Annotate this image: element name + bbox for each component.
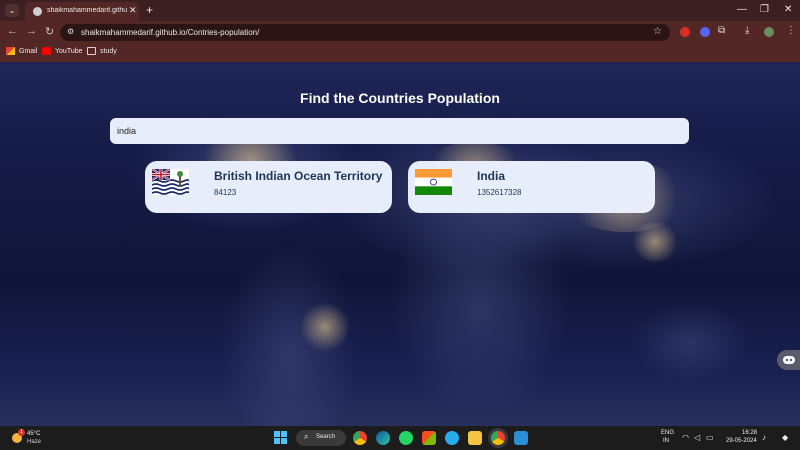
chrome-active-app-icon[interactable] (491, 431, 505, 445)
discord-icon (783, 356, 795, 364)
country-population: 1352617328 (477, 188, 522, 197)
country-card[interactable]: British Indian Ocean Territory 84123 (145, 161, 392, 213)
github-favicon-icon (33, 7, 42, 16)
bookmarks-bar: Gmail YouTube study (0, 44, 800, 62)
clock-time[interactable]: 16:28 (742, 430, 757, 436)
forward-button[interactable]: → (26, 25, 37, 37)
youtube-icon (42, 47, 51, 55)
taskbar-search-label: Search (316, 434, 336, 440)
country-card[interactable]: India 1352617328 (408, 161, 655, 213)
search-icon: ⌕ (304, 432, 309, 441)
store-app-icon[interactable] (422, 431, 436, 445)
floating-discord-button[interactable] (777, 350, 800, 370)
india-flag-icon (415, 169, 452, 195)
country-name: India (477, 169, 506, 183)
bookmark-label: YouTube (55, 47, 83, 55)
country-population: 84123 (214, 188, 237, 197)
telegram-app-icon[interactable] (445, 431, 459, 445)
language-indicator[interactable]: ENG (661, 430, 674, 436)
reload-button[interactable]: ↻ (45, 25, 54, 38)
close-window-button[interactable]: ✕ (784, 4, 792, 15)
language-region: IN (663, 438, 669, 444)
back-button[interactable]: ← (7, 25, 18, 37)
bookmark-label: study (100, 47, 117, 55)
browser-tab[interactable]: shaikmahammedarif.github.io/ ✕ (25, 2, 139, 21)
city-lights (300, 302, 350, 352)
start-icon-part (281, 438, 287, 444)
profile-avatar[interactable] (764, 27, 774, 37)
chrome-menu-icon[interactable]: ⋮ (786, 25, 796, 36)
url-text: shaikmahammedarif.github.io/Contries-pop… (81, 28, 260, 37)
extension-discord-icon[interactable] (700, 27, 710, 37)
bookmark-study[interactable]: study (87, 47, 117, 55)
weather-widget[interactable]: 1 45°C Haze (10, 429, 70, 447)
country-name: British Indian Ocean Territory (214, 169, 383, 183)
restore-button[interactable]: ❐ (760, 4, 769, 15)
address-bar[interactable]: ⚙ shaikmahammedarif.github.io/Contries-p… (60, 24, 670, 41)
clock-date: 29-05-2024 (726, 438, 757, 444)
copilot-icon[interactable]: ◆ (782, 433, 788, 442)
british-indian-ocean-territory-flag-icon (152, 169, 189, 195)
edge-app-icon[interactable] (376, 431, 390, 445)
bookmark-label: Gmail (19, 47, 38, 55)
folder-icon (87, 47, 96, 55)
extensions-puzzle-icon[interactable]: ⧉ (718, 25, 725, 36)
city-lights (630, 222, 680, 262)
page-background: Find the Countries Population British In… (0, 62, 800, 426)
extension-red-icon[interactable] (680, 27, 690, 37)
chrome-app-icon[interactable] (353, 431, 367, 445)
country-search-input[interactable] (110, 118, 689, 144)
taskbar-search[interactable]: ⌕ Search (296, 430, 346, 446)
weather-condition: Haze (27, 439, 42, 445)
tab-close-icon[interactable]: ✕ (129, 5, 137, 16)
bookmark-gmail[interactable]: Gmail (6, 47, 37, 55)
tab-strip: ⌄ shaikmahammedarif.github.io/ ✕ + — ❐ ✕ (0, 0, 800, 21)
bookmark-star-icon[interactable]: ☆ (653, 26, 662, 37)
gmail-icon (6, 47, 15, 55)
page-title: Find the Countries Population (300, 90, 500, 106)
vscode-app-icon[interactable] (514, 431, 528, 445)
site-info-icon[interactable]: ⚙ (67, 27, 74, 36)
browser-toolbar: ← → ↻ ⚙ shaikmahammedarif.github.io/Cont… (0, 21, 800, 44)
minimize-button[interactable]: — (737, 4, 747, 15)
start-icon-part (274, 431, 280, 437)
weather-temperature: 45°C (27, 431, 41, 437)
whatsapp-app-icon[interactable] (399, 431, 413, 445)
battery-icon[interactable]: ▭ (706, 433, 714, 442)
bookmark-youtube[interactable]: YouTube (42, 47, 83, 55)
volume-icon[interactable]: ◁ (694, 433, 700, 442)
notification-bell-icon[interactable]: ♪ (762, 433, 766, 442)
weather-badge: 1 (18, 429, 25, 436)
windows-start-button[interactable] (274, 431, 287, 444)
start-icon-part (281, 431, 287, 437)
new-tab-button[interactable]: + (146, 3, 153, 17)
start-icon-part (274, 438, 280, 444)
tab-title: shaikmahammedarif.github.io/ (47, 7, 127, 14)
wifi-icon[interactable]: ◠ (682, 433, 689, 442)
tab-search-button[interactable]: ⌄ (5, 4, 19, 17)
windows-taskbar: 1 45°C Haze ⌕ Search ENG IN ◠ ◁ ▭ 16:28 … (0, 426, 800, 450)
file-explorer-app-icon[interactable] (468, 431, 482, 445)
downloads-icon[interactable]: ⤓ (745, 25, 749, 36)
